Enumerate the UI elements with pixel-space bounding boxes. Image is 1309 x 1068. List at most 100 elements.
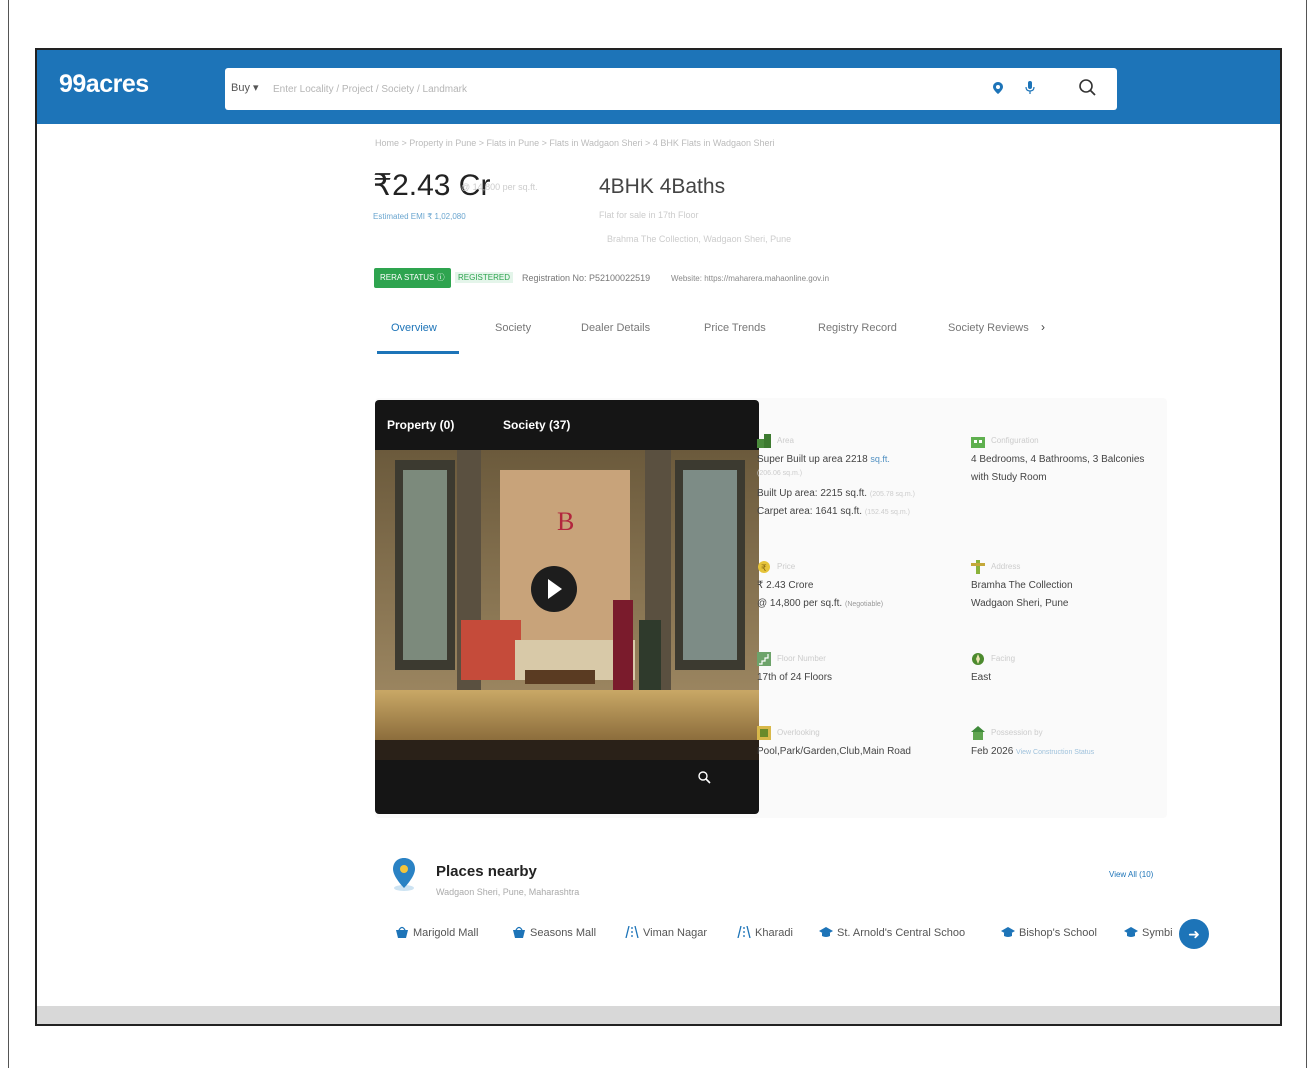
floor-value: 17th of 24 Floors <box>757 672 833 683</box>
place-chip-seasons-mall[interactable]: Seasons Mall <box>512 926 596 939</box>
unit-selector[interactable]: sq.ft. <box>870 454 890 464</box>
buy-dropdown-label: Buy <box>231 82 250 94</box>
mall-icon <box>396 926 408 938</box>
tab-price-trends[interactable]: Price Trends <box>704 322 766 334</box>
listing-location: Brahma The Collection, Wadgaon Sheri, Pu… <box>607 234 792 244</box>
price-per-sqft-detail: @ 14,800 per sq.ft. (Negotiable) <box>757 598 883 609</box>
place-chip-label: Bishop's School <box>1019 927 1097 939</box>
bhk-title: 4BHK 4Baths <box>599 175 726 198</box>
listing-subtitle: Flat for sale in 17th Floor <box>599 210 699 220</box>
detail-price: ₹ Price ₹ 2.43 Crore @ 14,800 per sq.ft.… <box>757 560 957 616</box>
carpet-area: Carpet area: 1641 sq.ft. (152.45 sq.m.) <box>757 506 910 517</box>
price-rate: @ 14,800 per sq.ft. <box>757 598 843 609</box>
price-label: Price <box>777 562 796 571</box>
super-area-sqm: (206.06 sq.m.) <box>757 470 803 477</box>
search-icon[interactable] <box>1077 77 1099 99</box>
area-label: Area <box>777 436 794 445</box>
tab-registry-record[interactable]: Registry Record <box>818 322 897 334</box>
overlooking-icon <box>757 726 771 740</box>
play-icon <box>548 579 562 599</box>
possession-icon <box>971 726 985 740</box>
search-input[interactable] <box>273 77 973 101</box>
built-area-sqm: (205.78 sq.m.) <box>869 491 915 498</box>
detail-floor: Floor Number 17th of 24 Floors <box>757 652 957 692</box>
place-chip-viman-nagar[interactable]: Viman Nagar <box>625 926 707 939</box>
tab-society-reviews[interactable]: Society Reviews <box>948 322 1029 334</box>
place-chip-kharadi[interactable]: Kharadi <box>737 926 793 939</box>
location-icon[interactable] <box>993 82 1003 94</box>
price-negotiable: (Negotiable) <box>844 601 884 608</box>
address-icon <box>971 560 985 574</box>
info-icon: ⓘ <box>436 273 445 282</box>
school-icon <box>819 927 833 937</box>
detail-overlooking: Overlooking Pool,Park/Garden,Club,Main R… <box>757 726 957 766</box>
registration-number: Registration No: P52100022519 <box>522 273 651 283</box>
overlooking-label: Overlooking <box>777 728 820 737</box>
overlooking-value: Pool,Park/Garden,Club,Main Road <box>757 746 911 757</box>
detail-possession: Possession by Feb 2026 View Construction… <box>971 726 1167 766</box>
address-locality: Wadgaon Sheri, Pune <box>971 598 1069 609</box>
place-chip-st-arnolds-school[interactable]: St. Arnold's Central Schoo <box>819 926 965 939</box>
floor-icon <box>757 652 771 666</box>
places-next-arrow-icon[interactable]: ➜ <box>1179 919 1209 949</box>
facing-label: Facing <box>991 654 1016 663</box>
svg-text:₹: ₹ <box>761 564 767 574</box>
place-chip-bishops-school[interactable]: Bishop's School <box>1001 926 1097 939</box>
place-chip-label: Seasons Mall <box>530 927 597 939</box>
breadcrumb[interactable]: Home > Property in Pune > Flats in Pune … <box>375 138 775 148</box>
section-tabs: Overview Society Dealer Details Price Tr… <box>377 314 1097 356</box>
rera-status-badge[interactable]: RERA STATUS ⓘ <box>374 268 451 288</box>
super-area-value: Super Built up area 2218 <box>757 454 868 465</box>
property-details-grid: Area Super Built up area 2218 sq.ft. (20… <box>755 400 1167 814</box>
nearby-places-list: Marigold Mall Seasons Mall Viman Nagar K… <box>395 926 1215 948</box>
address-project: Bramha The Collection <box>971 580 1073 591</box>
play-button[interactable] <box>531 566 577 612</box>
road-icon <box>737 926 751 938</box>
built-up-area: Built Up area: 2215 sq.ft. (205.78 sq.m.… <box>757 488 915 499</box>
configuration-label: Configuration <box>991 436 1039 445</box>
price-value: ₹ 2.43 Crore <box>757 580 814 591</box>
rera-status-label: RERA STATUS <box>380 273 435 282</box>
place-chip-label: St. Arnold's Central Schoo <box>837 927 966 939</box>
detail-address: Address Bramha The Collection Wadgaon Sh… <box>971 560 1167 616</box>
tab-overview[interactable]: Overview <box>391 322 437 334</box>
detail-area: Area Super Built up area 2218 sq.ft. (20… <box>757 434 957 534</box>
active-tab-underline <box>377 351 459 354</box>
rera-website[interactable]: Website: https://maharera.mahaonline.gov… <box>671 274 829 283</box>
place-chip-symbiosis[interactable]: Symbi <box>1124 926 1173 939</box>
zoom-icon[interactable] <box>697 770 711 784</box>
logo[interactable]: 99acres <box>59 70 149 99</box>
estimated-emi-link[interactable]: Estimated EMI ₹ 1,02,080 <box>373 212 466 221</box>
area-icon <box>757 434 771 448</box>
construction-status-link[interactable]: View Construction Status <box>1016 749 1094 756</box>
view-all-places-link[interactable]: View All (10) <box>1109 870 1153 879</box>
possession-value: Feb 2026 View Construction Status <box>971 746 1094 757</box>
browser-screen: 99acres Buy ▾ Home > Property in Pune > … <box>35 48 1282 1026</box>
search-bar: Buy ▾ <box>225 68 1117 110</box>
possession-label: Possession by <box>991 728 1043 737</box>
media-gallery: Property (0) Society (37) B <box>375 400 759 814</box>
places-nearby-subtitle: Wadgaon Sheri, Pune, Maharashtra <box>436 887 580 897</box>
configuration-extra: with Study Room <box>971 472 1047 483</box>
tab-society-photos[interactable]: Society (37) <box>503 418 570 432</box>
tab-society[interactable]: Society <box>495 322 531 334</box>
top-header: 99acres Buy ▾ <box>37 50 1280 124</box>
detail-facing: Facing East <box>971 652 1167 692</box>
place-chip-label: Symbi <box>1142 927 1173 939</box>
svg-text:B: B <box>557 507 574 536</box>
place-chip-marigold-mall[interactable]: Marigold Mall <box>395 926 478 939</box>
price-icon: ₹ <box>758 561 770 574</box>
tab-dealer-details[interactable]: Dealer Details <box>581 322 650 334</box>
microphone-icon[interactable] <box>1025 81 1035 95</box>
floor-label: Floor Number <box>777 654 826 663</box>
place-chip-label: Viman Nagar <box>643 927 707 939</box>
mall-icon <box>513 926 525 938</box>
compass-icon <box>972 653 984 665</box>
tab-property-photos[interactable]: Property (0) <box>387 418 454 432</box>
buy-dropdown[interactable]: Buy ▾ <box>231 81 259 94</box>
detail-configuration: Configuration 4 Bedrooms, 4 Bathrooms, 3… <box>971 434 1167 504</box>
place-chip-label: Marigold Mall <box>413 927 479 939</box>
tabs-next-arrow[interactable]: › <box>1041 320 1045 334</box>
school-icon <box>1001 927 1015 937</box>
configuration-rooms: 4 Bedrooms, 4 Bathrooms, 3 Balconies <box>971 454 1145 465</box>
